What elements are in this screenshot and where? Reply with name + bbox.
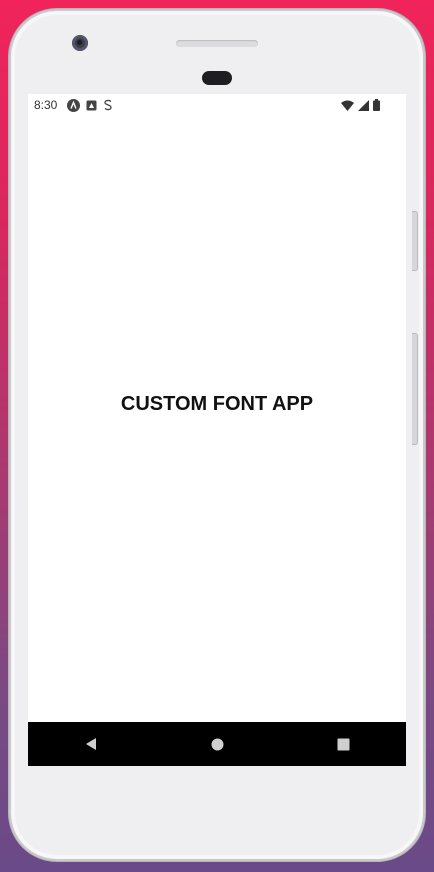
wifi-icon bbox=[341, 100, 354, 111]
app-title: CUSTOM FONT APP bbox=[120, 392, 314, 415]
navigation-bar bbox=[28, 722, 406, 766]
speaker-grill bbox=[176, 40, 258, 47]
volume-button[interactable] bbox=[412, 211, 418, 271]
recents-icon[interactable] bbox=[337, 738, 350, 751]
earpiece bbox=[202, 71, 232, 85]
power-button[interactable] bbox=[412, 333, 418, 445]
front-camera bbox=[72, 35, 88, 51]
status-time: 8:30 bbox=[34, 98, 58, 112]
device-screen: 8:30 CUSTOM FONT APP bbox=[28, 94, 406, 766]
home-icon[interactable] bbox=[211, 738, 224, 751]
status-system-icons bbox=[341, 99, 380, 111]
app-a-icon bbox=[67, 98, 81, 112]
sync-icon bbox=[103, 99, 113, 111]
cell-signal-icon bbox=[358, 99, 369, 111]
back-icon[interactable] bbox=[84, 737, 98, 751]
notification-icon bbox=[86, 100, 97, 111]
app-content: CUSTOM FONT APP bbox=[28, 116, 406, 722]
status-notification-icons bbox=[67, 98, 113, 112]
battery-icon bbox=[373, 99, 380, 111]
status-bar: 8:30 bbox=[28, 94, 406, 116]
